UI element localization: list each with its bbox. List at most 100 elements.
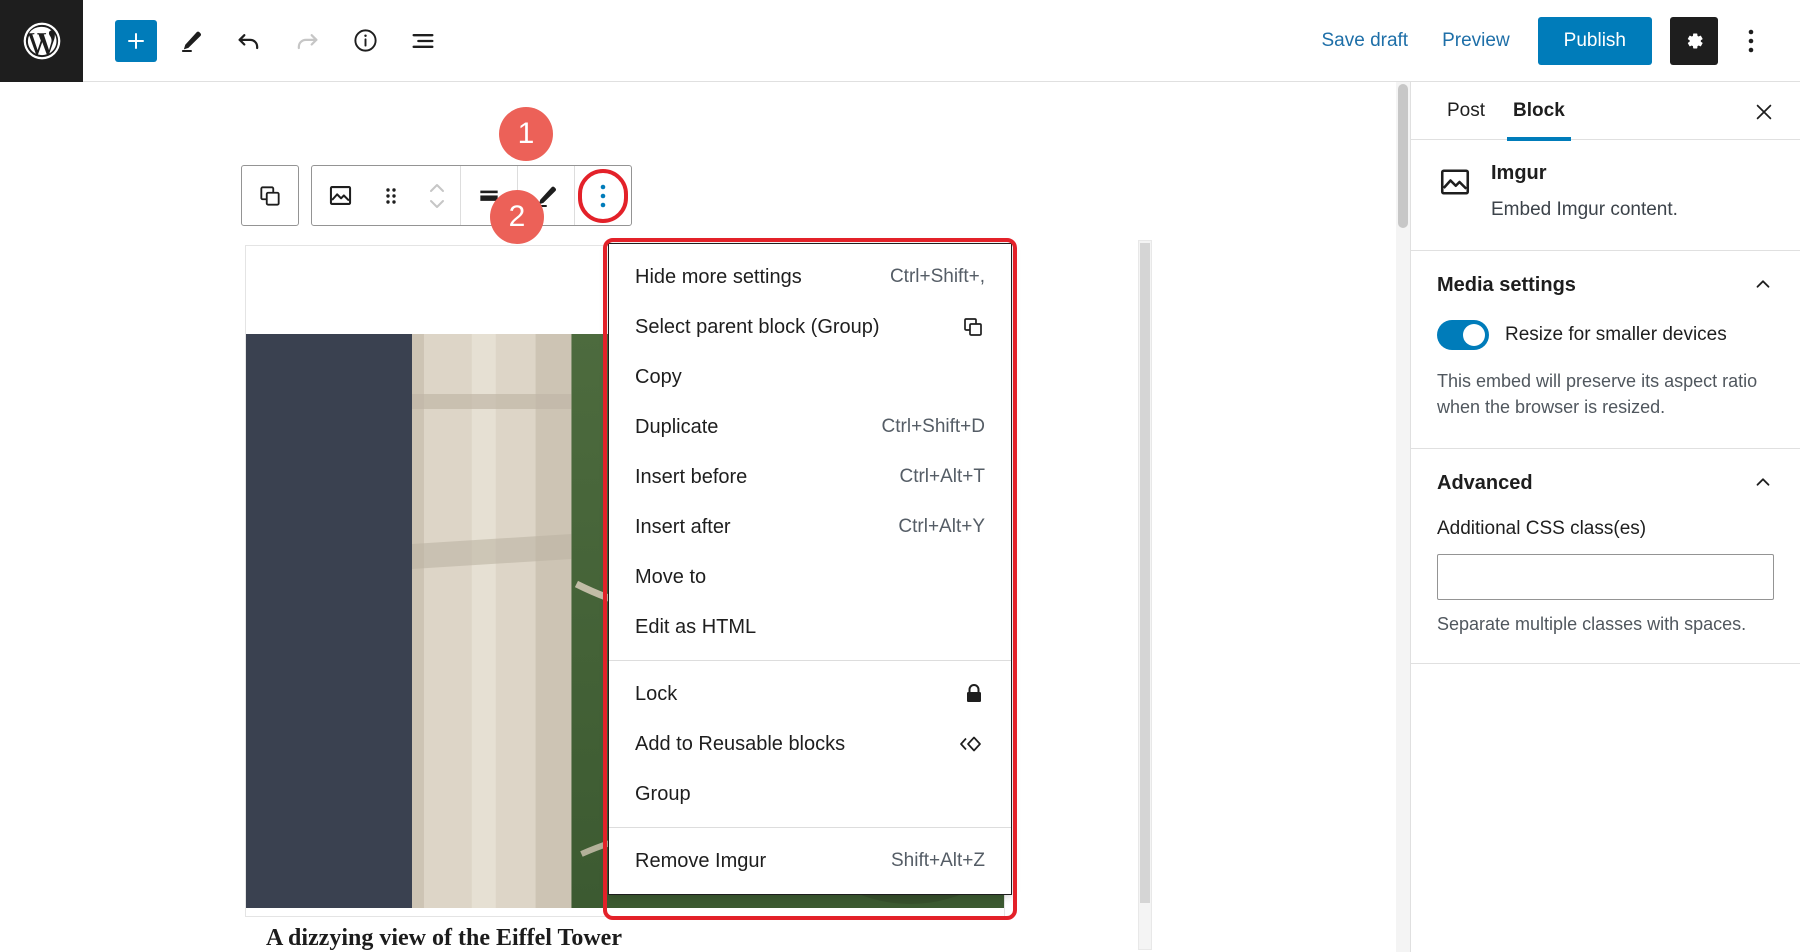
details-button[interactable] [341, 17, 389, 65]
move-block-buttons[interactable] [414, 166, 460, 225]
panel-title: Media settings [1437, 274, 1576, 297]
tab-post[interactable]: Post [1433, 82, 1499, 140]
menu-item-move-to[interactable]: Move to [609, 552, 1011, 602]
media-settings-panel: Media settings Resize for smaller device… [1411, 251, 1800, 449]
settings-button[interactable] [1670, 17, 1718, 65]
advanced-panel: Advanced Additional CSS class(es) Separa… [1411, 449, 1800, 664]
canvas-scrollbar[interactable] [1396, 82, 1410, 952]
kebab-menu-icon [600, 183, 606, 209]
redo-button[interactable] [283, 17, 331, 65]
embed-inner-scrollbar[interactable] [1138, 240, 1152, 950]
menu-shortcut: Ctrl+Shift+D [882, 416, 985, 438]
menu-label: Select parent block (Group) [635, 316, 880, 339]
edit-tool-button[interactable] [167, 17, 215, 65]
block-info-text: Imgur Embed Imgur content. [1491, 162, 1678, 224]
menu-item-copy[interactable]: Copy [609, 352, 1011, 402]
wordpress-logo-icon[interactable] [0, 0, 83, 82]
lock-icon [963, 682, 985, 706]
embed-inner-scrollbar-thumb[interactable] [1140, 243, 1150, 903]
block-title: Imgur [1491, 162, 1678, 185]
menu-label: Duplicate [635, 416, 718, 439]
menu-label: Remove Imgur [635, 850, 766, 873]
menu-item-select-parent-block[interactable]: Select parent block (Group) [609, 302, 1011, 352]
menu-item-insert-before[interactable]: Insert before Ctrl+Alt+T [609, 452, 1011, 502]
image-dark-region [246, 334, 412, 908]
menu-item-edit-as-html[interactable]: Edit as HTML [609, 602, 1011, 652]
block-toolbar [241, 165, 632, 226]
redo-arrow-icon [293, 27, 321, 55]
reusable-block-icon [957, 732, 985, 756]
annotation-badge-1: 1 [499, 107, 553, 161]
advanced-header[interactable]: Advanced [1411, 449, 1800, 518]
dropdown-section-main: Hide more settings Ctrl+Shift+, Select p… [609, 244, 1011, 660]
kebab-menu-icon [1748, 28, 1754, 54]
header-tools [83, 17, 447, 65]
block-info: Imgur Embed Imgur content. [1411, 140, 1800, 251]
media-settings-header[interactable]: Media settings [1411, 251, 1800, 320]
css-class-help: Separate multiple classes with spaces. [1437, 614, 1774, 635]
menu-label: Move to [635, 566, 706, 589]
css-class-label: Additional CSS class(es) [1437, 518, 1774, 540]
image-block-icon [1437, 164, 1473, 200]
select-parent-block-icon [257, 183, 283, 209]
menu-label: Insert before [635, 466, 747, 489]
undo-arrow-icon [235, 27, 263, 55]
menu-shortcut: Shift+Alt+Z [891, 850, 985, 872]
editor-header: Save draft Preview Publish [0, 0, 1800, 82]
menu-label: Hide more settings [635, 266, 802, 289]
list-view-icon [409, 27, 437, 55]
panel-title: Advanced [1437, 472, 1533, 495]
close-icon [1753, 101, 1775, 123]
more-options-button[interactable] [1730, 17, 1772, 65]
menu-shortcut: Ctrl+Alt+Y [898, 516, 985, 538]
resize-for-smaller-devices-toggle[interactable] [1437, 320, 1489, 350]
undo-button[interactable] [225, 17, 273, 65]
tab-block[interactable]: Block [1499, 82, 1579, 140]
resize-toggle-row: Resize for smaller devices [1437, 320, 1774, 350]
menu-label: Copy [635, 366, 682, 389]
chevron-up-down-icon [426, 178, 448, 214]
menu-label: Group [635, 783, 691, 806]
chevron-up-icon [1752, 273, 1774, 298]
menu-item-duplicate[interactable]: Duplicate Ctrl+Shift+D [609, 402, 1011, 452]
block-options-dropdown: Hide more settings Ctrl+Shift+, Select p… [608, 243, 1012, 895]
menu-item-add-to-reusable-blocks[interactable]: Add to Reusable blocks [609, 719, 1011, 769]
sidebar-tabs: Post Block [1411, 82, 1800, 140]
menu-item-remove-imgur[interactable]: Remove Imgur Shift+Alt+Z [609, 836, 1011, 886]
block-type-button[interactable] [312, 166, 368, 225]
menu-item-insert-after[interactable]: Insert after Ctrl+Alt+Y [609, 502, 1011, 552]
drag-handle-button[interactable] [368, 166, 414, 225]
select-parent-block-icon [961, 315, 985, 339]
annotation-badge-2: 2 [490, 190, 544, 244]
image-block-icon [327, 182, 354, 209]
menu-item-group[interactable]: Group [609, 769, 1011, 819]
list-view-button[interactable] [399, 17, 447, 65]
save-draft-button[interactable]: Save draft [1307, 20, 1422, 62]
block-description: Embed Imgur content. [1491, 197, 1678, 224]
info-circle-icon [352, 27, 379, 54]
settings-sidebar: Post Block Imgur Embed Imgur content. [1410, 82, 1800, 952]
pencil-icon [178, 28, 204, 54]
dropdown-section-block-actions: Lock Add to Reusable blocks [609, 660, 1011, 827]
media-settings-help: This embed will preserve its aspect rati… [1437, 368, 1774, 420]
plus-icon [124, 29, 148, 53]
menu-shortcut: Ctrl+Shift+, [890, 266, 985, 288]
chevron-up-icon [1752, 471, 1774, 496]
additional-css-classes-input[interactable] [1437, 554, 1774, 600]
dropdown-section-remove: Remove Imgur Shift+Alt+Z [609, 827, 1011, 894]
header-actions: Save draft Preview Publish [1307, 17, 1800, 65]
publish-button[interactable]: Publish [1538, 17, 1652, 65]
media-settings-body: Resize for smaller devices This embed wi… [1411, 320, 1800, 448]
preview-button[interactable]: Preview [1428, 20, 1524, 62]
menu-item-lock[interactable]: Lock [609, 669, 1011, 719]
menu-label: Edit as HTML [635, 616, 756, 639]
add-block-button[interactable] [115, 20, 157, 62]
advanced-body: Additional CSS class(es) Separate multip… [1411, 518, 1800, 663]
image-caption[interactable]: A dizzying view of the Eiffel Tower [266, 925, 622, 952]
menu-item-hide-more-settings[interactable]: Hide more settings Ctrl+Shift+, [609, 252, 1011, 302]
block-options-button[interactable] [575, 166, 631, 225]
gear-icon [1682, 29, 1706, 53]
select-parent-block-button[interactable] [242, 166, 298, 225]
canvas-scrollbar-thumb[interactable] [1398, 84, 1408, 228]
close-sidebar-button[interactable] [1746, 94, 1782, 130]
